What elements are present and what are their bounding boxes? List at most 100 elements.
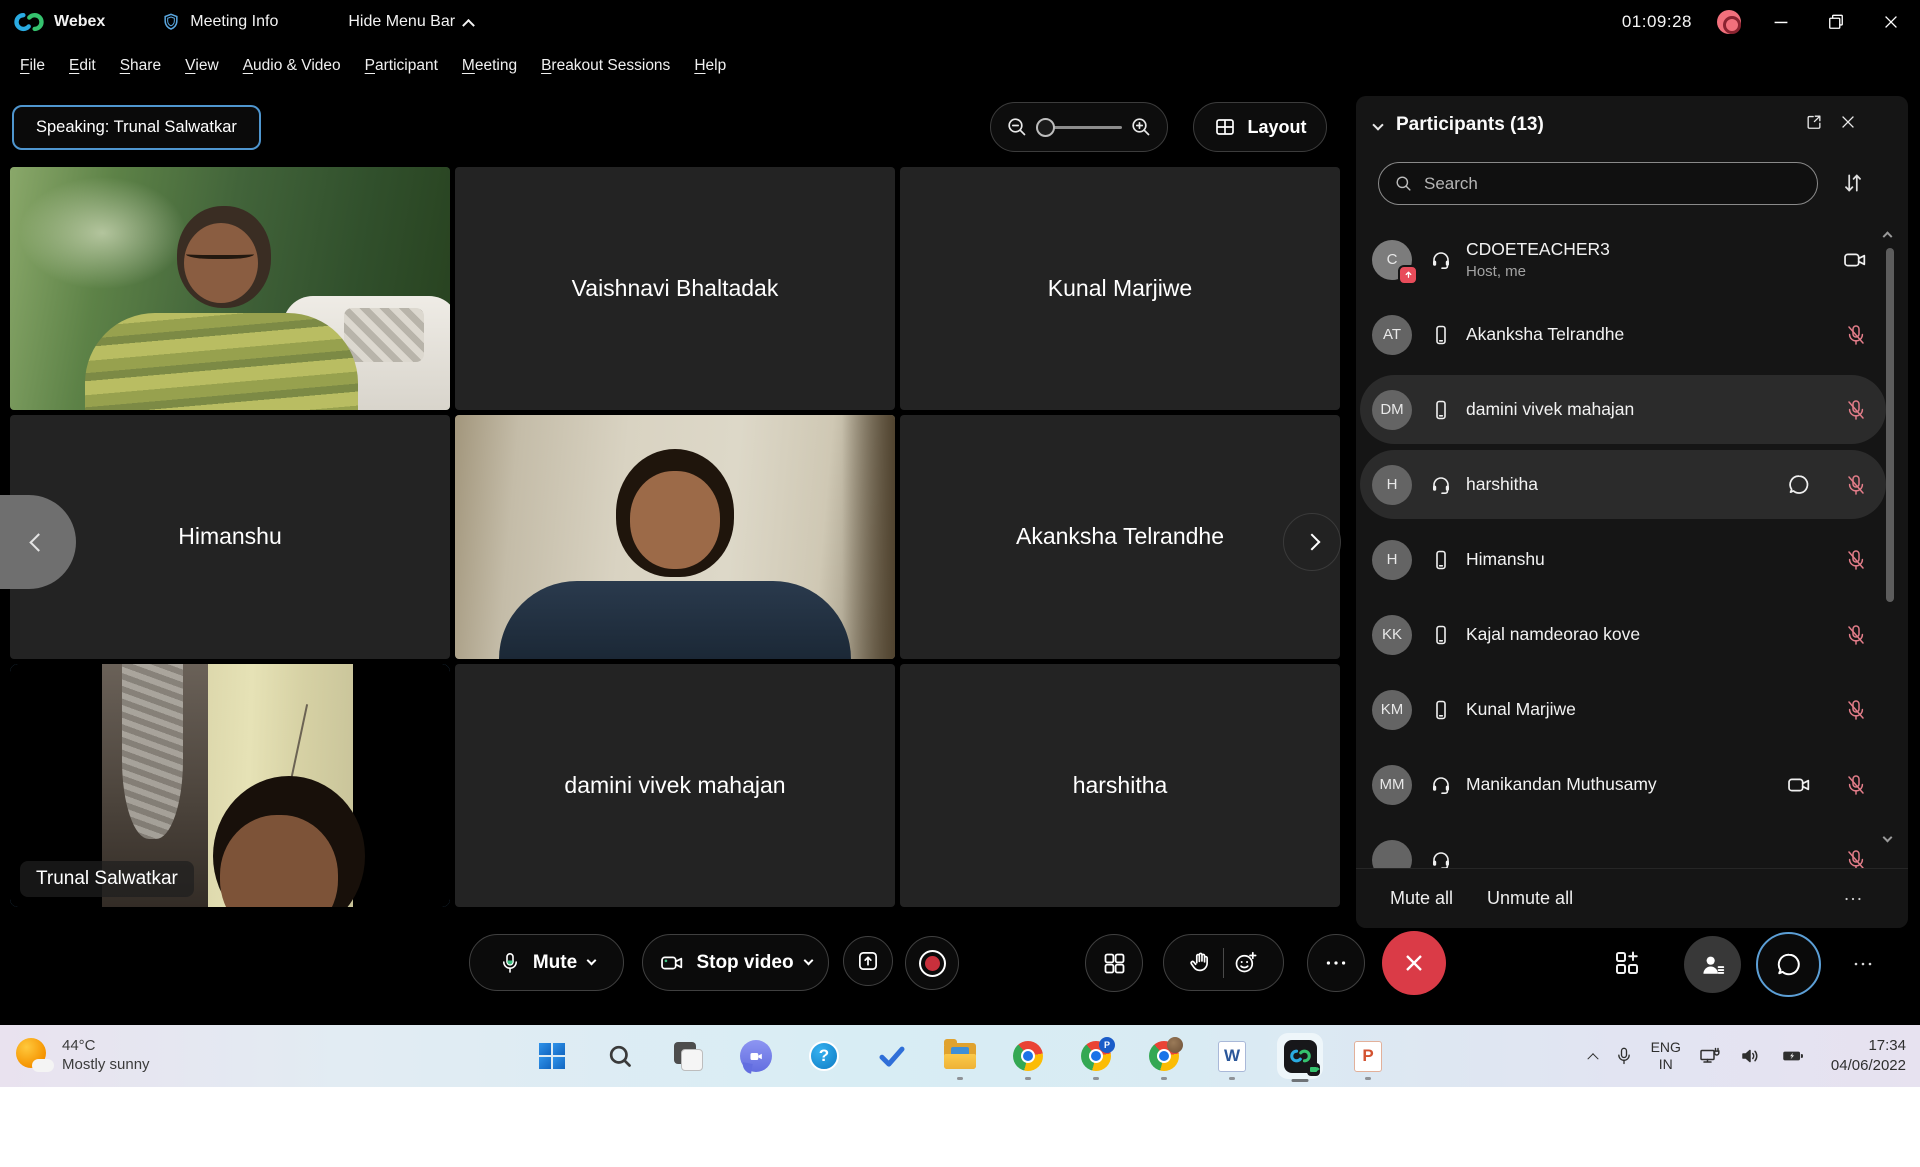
participant-row-cdoeteacher3[interactable]: CCDOETEACHER3Host, me xyxy=(1356,222,1908,297)
taskbar-app-search[interactable] xyxy=(602,1038,638,1074)
mic-muted-icon[interactable] xyxy=(1844,698,1868,722)
zoom-slider-handle[interactable] xyxy=(1036,118,1055,137)
battery-icon[interactable] xyxy=(1780,1043,1806,1069)
participant-row-himanshu[interactable]: H Himanshu xyxy=(1356,522,1908,597)
tray-microphone-icon[interactable] xyxy=(1614,1046,1634,1066)
menu-item-view[interactable]: View xyxy=(173,44,231,88)
participant-name: Himanshu xyxy=(1466,549,1844,570)
taskbar-app-webex[interactable] xyxy=(1282,1038,1318,1074)
participant-row-partial[interactable] xyxy=(1356,822,1908,868)
mic-muted-icon[interactable] xyxy=(1844,773,1868,797)
menu-item-breakout-sessions[interactable]: Breakout Sessions xyxy=(529,44,682,88)
participant-row-damini-vivek-mahajan[interactable]: DMdamini vivek mahajan xyxy=(1356,372,1908,447)
mic-muted-icon[interactable] xyxy=(1844,398,1868,422)
mic-muted-icon[interactable] xyxy=(1844,323,1868,347)
panel-more-button[interactable] xyxy=(1842,888,1864,910)
zoom-slider[interactable] xyxy=(1036,117,1122,137)
layout-button[interactable]: Layout xyxy=(1193,102,1327,152)
video-tile-kunal-marjiwe[interactable]: Kunal Marjiwe xyxy=(900,167,1340,410)
volume-icon[interactable] xyxy=(1739,1044,1763,1068)
more-options-button[interactable] xyxy=(1307,934,1365,992)
video-tile-akanksha-telrandhe[interactable]: Akanksha Telrandhe xyxy=(900,415,1340,658)
avatar: H xyxy=(1372,540,1412,580)
taskbar-app-help[interactable]: ? xyxy=(806,1038,842,1074)
chat-icon[interactable] xyxy=(1786,472,1812,498)
participant-row-manikandan-muthusamy[interactable]: MMManikandan Muthusamy xyxy=(1356,747,1908,822)
taskbar-app-chrome[interactable] xyxy=(1010,1038,1046,1074)
mute-options-chevron-icon[interactable] xyxy=(587,956,597,966)
mute-all-button[interactable]: Mute all xyxy=(1390,888,1453,909)
meeting-info-button[interactable]: Meeting Info xyxy=(161,12,278,32)
taskbar-app-task-view[interactable] xyxy=(670,1038,706,1074)
mic-muted-icon[interactable] xyxy=(1844,848,1868,869)
clock-widget[interactable]: 17:34 04/06/2022 xyxy=(1831,1036,1906,1077)
video-tile-himanshu[interactable]: Himanshu xyxy=(10,415,450,658)
participant-row-akanksha-telrandhe[interactable]: ATAkanksha Telrandhe xyxy=(1356,297,1908,372)
mic-muted-icon[interactable] xyxy=(1844,623,1868,647)
minimize-button[interactable] xyxy=(1766,7,1796,37)
network-icon[interactable] xyxy=(1698,1044,1722,1068)
language-indicator[interactable]: ENG IN xyxy=(1651,1039,1681,1073)
end-meeting-button[interactable] xyxy=(1382,931,1446,995)
emoji-reactions-button[interactable] xyxy=(1232,949,1259,976)
hide-menu-bar-button[interactable]: Hide Menu Bar xyxy=(348,13,473,31)
scroll-up-icon[interactable] xyxy=(1884,224,1891,242)
more-panels-button[interactable] xyxy=(1851,952,1875,976)
video-options-chevron-icon[interactable] xyxy=(803,956,813,966)
stop-video-button[interactable]: Stop video xyxy=(642,934,829,991)
scrollbar-thumb[interactable] xyxy=(1886,248,1894,602)
zoom-out-button[interactable] xyxy=(1005,115,1029,139)
video-tile-vaishnavi-bhaltadak[interactable]: Vaishnavi Bhaltadak xyxy=(455,167,895,410)
video-tile-trunal-salwatkar[interactable]: Trunal Salwatkar xyxy=(10,664,450,907)
video-tile[interactable] xyxy=(455,415,895,658)
chat-panel-toggle[interactable] xyxy=(1756,932,1821,997)
video-tile-damini-vivek-mahajan[interactable]: damini vivek mahajan xyxy=(455,664,895,907)
video-tile-harshitha[interactable]: harshitha xyxy=(900,664,1340,907)
add-panel-button[interactable] xyxy=(1612,948,1642,978)
video-tile[interactable] xyxy=(10,167,450,410)
menu-item-audio-video[interactable]: Audio & Video xyxy=(231,44,353,88)
mute-button[interactable]: Mute xyxy=(469,934,624,991)
taskbar-app-powerpoint[interactable]: P xyxy=(1350,1038,1386,1074)
taskbar-app-file-explorer[interactable] xyxy=(942,1038,978,1074)
taskbar-app-teams-chat[interactable] xyxy=(738,1038,774,1074)
hidden-icons-chevron[interactable] xyxy=(1589,1047,1597,1065)
unmute-all-button[interactable]: Unmute all xyxy=(1487,888,1573,909)
next-page-arrow[interactable] xyxy=(1283,513,1341,571)
apps-button[interactable] xyxy=(1085,934,1143,992)
taskbar-app-chrome-profile-p[interactable]: P xyxy=(1078,1038,1114,1074)
microphone-icon xyxy=(498,951,522,975)
taskbar-app-todo[interactable] xyxy=(874,1038,910,1074)
participant-row-kajal-namdeorao-kove[interactable]: KKKajal namdeorao kove xyxy=(1356,597,1908,672)
search-input[interactable] xyxy=(1424,174,1802,194)
mic-muted-icon[interactable] xyxy=(1844,548,1868,572)
weather-widget[interactable]: 44°C Mostly sunny xyxy=(16,1025,150,1087)
collapse-panel-button[interactable] xyxy=(1374,116,1382,134)
menu-item-edit[interactable]: Edit xyxy=(57,44,108,88)
menu-item-file[interactable]: File xyxy=(8,44,57,88)
participant-row-kunal-marjiwe[interactable]: KMKunal Marjiwe xyxy=(1356,672,1908,747)
record-button[interactable] xyxy=(905,936,959,990)
taskbar-app-start[interactable] xyxy=(534,1038,570,1074)
menu-item-share[interactable]: Share xyxy=(108,44,173,88)
sort-participants-button[interactable] xyxy=(1840,170,1866,196)
taskbar-app-word[interactable]: W xyxy=(1214,1038,1250,1074)
taskbar-app-chrome-profile-avatar[interactable] xyxy=(1146,1038,1182,1074)
participant-list-scrollbar[interactable] xyxy=(1884,224,1896,868)
pop-out-panel-button[interactable] xyxy=(1804,112,1824,132)
zoom-in-button[interactable] xyxy=(1129,115,1153,139)
share-content-button[interactable] xyxy=(843,936,893,986)
close-button[interactable] xyxy=(1876,7,1906,37)
menu-item-meeting[interactable]: Meeting xyxy=(450,44,529,88)
participant-search[interactable] xyxy=(1378,162,1818,205)
menu-item-participant[interactable]: Participant xyxy=(353,44,450,88)
menu-item-help[interactable]: Help xyxy=(682,44,738,88)
tile-participant-name: harshitha xyxy=(1073,772,1168,799)
restore-button[interactable] xyxy=(1821,7,1851,37)
participants-panel-toggle[interactable] xyxy=(1684,936,1741,993)
participant-row-harshitha[interactable]: Hharshitha xyxy=(1356,447,1908,522)
close-panel-button[interactable] xyxy=(1838,112,1858,132)
scroll-down-icon[interactable] xyxy=(1884,828,1891,846)
mic-muted-icon[interactable] xyxy=(1844,473,1868,497)
raise-hand-button[interactable] xyxy=(1188,949,1215,976)
